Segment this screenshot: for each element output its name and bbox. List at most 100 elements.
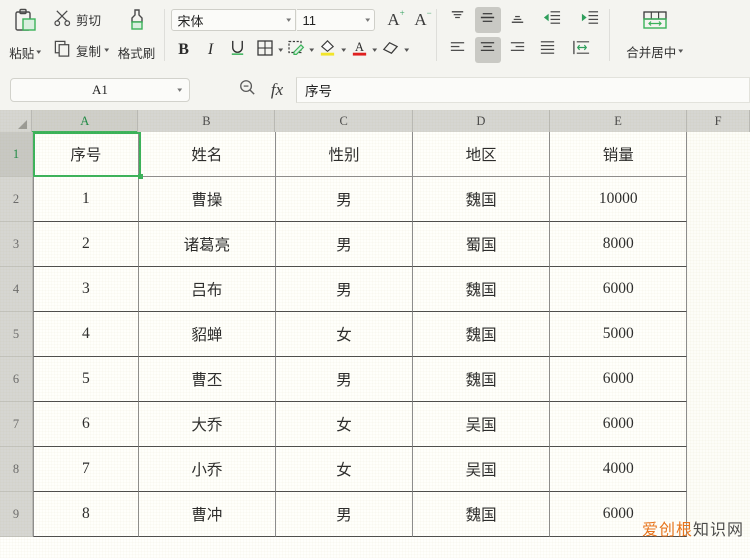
paste-button[interactable]: 粘贴 ▾ bbox=[0, 2, 50, 68]
cell-F7[interactable] bbox=[687, 402, 750, 447]
decrease-indent-button[interactable] bbox=[535, 7, 569, 33]
cell-C7[interactable]: 女 bbox=[275, 402, 414, 447]
cell-E7[interactable]: 6000 bbox=[550, 402, 688, 447]
cell-E4[interactable]: 6000 bbox=[550, 267, 688, 312]
increase-indent-button[interactable] bbox=[573, 7, 607, 33]
row-header-5[interactable]: 5 bbox=[0, 312, 33, 357]
borders-button[interactable] bbox=[252, 37, 278, 63]
chevron-down-icon[interactable]: ▾ bbox=[341, 47, 346, 54]
cell-C9[interactable]: 男 bbox=[275, 492, 414, 537]
column-header-f[interactable]: F bbox=[687, 110, 750, 132]
formula-input[interactable]: 序号 bbox=[296, 77, 750, 103]
clear-format-button[interactable] bbox=[378, 37, 404, 63]
chevron-down-icon[interactable]: ▾ bbox=[278, 47, 283, 54]
italic-button[interactable]: I bbox=[198, 37, 224, 63]
name-box[interactable]: A1 ▾ bbox=[10, 78, 190, 102]
column-header-a[interactable]: A bbox=[32, 110, 139, 133]
insert-function-button[interactable]: fx bbox=[262, 77, 292, 103]
cell-C8[interactable]: 女 bbox=[275, 447, 414, 492]
row-header-1[interactable]: 1 bbox=[0, 132, 33, 177]
column-header-b[interactable]: B bbox=[138, 110, 276, 132]
chevron-down-icon[interactable]: ▾ bbox=[679, 48, 684, 55]
decrease-font-size-button[interactable]: A − bbox=[408, 7, 434, 33]
cell-B1[interactable]: 姓名 bbox=[138, 132, 276, 177]
column-header-c[interactable]: C bbox=[275, 110, 413, 132]
cell-D3[interactable]: 蜀国 bbox=[413, 222, 551, 267]
cell-D8[interactable]: 吴国 bbox=[413, 447, 551, 492]
cell-F6[interactable] bbox=[687, 357, 750, 402]
row-header-4[interactable]: 4 bbox=[0, 267, 33, 312]
cell-A2[interactable]: 1 bbox=[33, 177, 139, 222]
cell-B9[interactable]: 曹冲 bbox=[138, 492, 276, 537]
cell-E1[interactable]: 销量 bbox=[550, 132, 688, 177]
cell-D5[interactable]: 魏国 bbox=[413, 312, 551, 357]
align-middle-button[interactable] bbox=[474, 7, 501, 33]
cell-E8[interactable]: 4000 bbox=[550, 447, 688, 492]
cell-B5[interactable]: 貂蝉 bbox=[138, 312, 276, 357]
align-left-button[interactable] bbox=[445, 37, 471, 63]
column-header-d[interactable]: D bbox=[412, 110, 550, 132]
font-size-input[interactable]: 11 ▾ bbox=[296, 9, 375, 31]
row-header-3[interactable]: 3 bbox=[0, 222, 33, 267]
cell-F3[interactable] bbox=[687, 222, 750, 267]
cell-B8[interactable]: 小乔 bbox=[138, 447, 276, 492]
cell-A1[interactable]: 序号 bbox=[33, 132, 139, 177]
cell-C1[interactable]: 性别 bbox=[275, 132, 414, 177]
select-all-corner[interactable] bbox=[0, 110, 33, 132]
cell-F5[interactable] bbox=[687, 312, 750, 357]
cell-B7[interactable]: 大乔 bbox=[138, 402, 276, 447]
cell-E5[interactable]: 5000 bbox=[550, 312, 688, 357]
cell-B6[interactable]: 曹丕 bbox=[138, 357, 276, 402]
merge-center-button[interactable]: 合并居中 ▾ bbox=[612, 2, 698, 68]
cell-C4[interactable]: 男 bbox=[275, 267, 414, 312]
chevron-down-icon[interactable]: ▾ bbox=[37, 49, 42, 56]
chevron-down-icon[interactable]: ▾ bbox=[286, 16, 291, 24]
row-header-8[interactable]: 8 bbox=[0, 447, 33, 492]
bold-button[interactable]: B bbox=[171, 37, 197, 63]
cell-style-button[interactable] bbox=[283, 37, 309, 63]
chevron-down-icon[interactable]: ▾ bbox=[372, 47, 377, 54]
cell-E2[interactable]: 10000 bbox=[550, 177, 688, 222]
cell-A8[interactable]: 7 bbox=[33, 447, 139, 492]
zoom-out-button[interactable] bbox=[232, 77, 262, 103]
cell-A4[interactable]: 3 bbox=[33, 267, 139, 312]
cell-D4[interactable]: 魏国 bbox=[413, 267, 551, 312]
align-right-button[interactable] bbox=[505, 37, 531, 63]
copy-button[interactable]: 复制 ▾ bbox=[50, 37, 112, 65]
column-header-e[interactable]: E bbox=[549, 110, 688, 132]
align-bottom-button[interactable] bbox=[505, 7, 531, 33]
cell-F2[interactable] bbox=[687, 177, 750, 222]
chevron-down-icon[interactable]: ▾ bbox=[404, 47, 409, 54]
align-top-button[interactable] bbox=[445, 7, 471, 33]
cell-F8[interactable] bbox=[687, 447, 750, 492]
fill-color-button[interactable] bbox=[315, 37, 341, 63]
cell-C3[interactable]: 男 bbox=[275, 222, 414, 267]
cell-B2[interactable]: 曹操 bbox=[138, 177, 276, 222]
font-name-input[interactable]: 宋体 ▾ bbox=[170, 9, 296, 31]
cell-A7[interactable]: 6 bbox=[33, 402, 139, 447]
cell-D7[interactable]: 吴国 bbox=[413, 402, 551, 447]
font-color-button[interactable]: A bbox=[346, 37, 372, 63]
row-header-2[interactable]: 2 bbox=[0, 177, 33, 222]
chevron-down-icon[interactable]: ▾ bbox=[309, 47, 314, 54]
cell-C5[interactable]: 女 bbox=[275, 312, 414, 357]
cell-A9[interactable]: 8 bbox=[33, 492, 139, 537]
cell-D2[interactable]: 魏国 bbox=[413, 177, 551, 222]
cut-button[interactable]: 剪切 bbox=[50, 6, 112, 34]
fill-handle[interactable] bbox=[138, 174, 143, 179]
cell-E3[interactable]: 8000 bbox=[550, 222, 688, 267]
cell-F4[interactable] bbox=[687, 267, 750, 312]
chevron-down-icon[interactable]: ▾ bbox=[365, 16, 370, 24]
increase-font-size-button[interactable]: A + bbox=[381, 7, 407, 33]
cell-B4[interactable]: 吕布 bbox=[138, 267, 276, 312]
cell-E6[interactable]: 6000 bbox=[550, 357, 688, 402]
cell-D6[interactable]: 魏国 bbox=[413, 357, 551, 402]
cell-B3[interactable]: 诸葛亮 bbox=[138, 222, 276, 267]
underline-button[interactable] bbox=[225, 37, 251, 63]
cell-D1[interactable]: 地区 bbox=[413, 132, 551, 177]
cell-C2[interactable]: 男 bbox=[275, 177, 414, 222]
format-painter-button[interactable]: 格式刷 bbox=[112, 2, 162, 68]
row-header-9[interactable]: 9 bbox=[0, 492, 33, 537]
cell-F1[interactable] bbox=[687, 132, 750, 177]
cell-C6[interactable]: 男 bbox=[275, 357, 414, 402]
